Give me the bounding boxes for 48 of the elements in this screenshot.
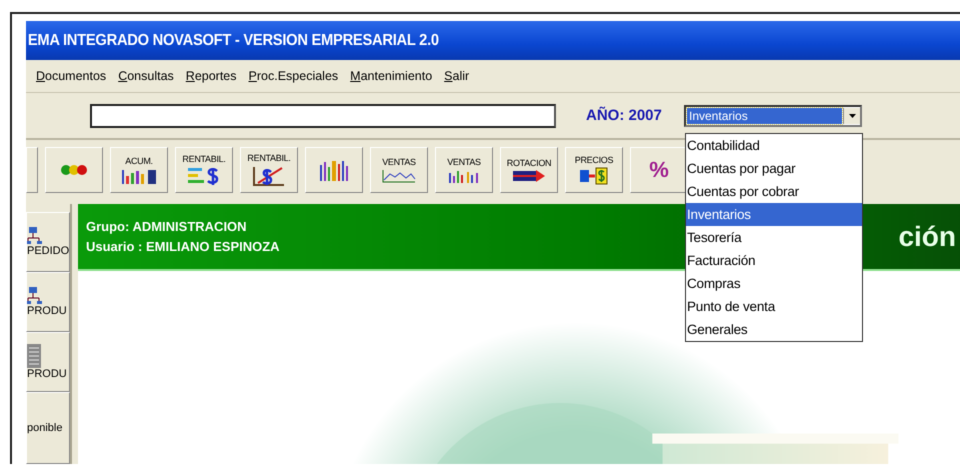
traffic-light-icon [60,164,88,176]
year-label: AÑO: 2007 [586,107,663,124]
text-field[interactable] [90,104,556,128]
dropdown-option[interactable]: Cuentas por cobrar [686,180,862,202]
dropdown-option[interactable]: Contabilidad [686,134,862,156]
menu-item[interactable]: Documentos [34,67,108,85]
user-label: Usuario : EMILIANO ESPINOZA [86,239,281,254]
dropdown-option[interactable]: Cuentas por pagar [686,156,862,180]
menu-item[interactable]: Reportes [184,67,239,85]
toolbar-button[interactable]: PRECIOS [565,147,623,193]
toolbar-button[interactable]: ACUM. [110,147,168,193]
hierarchy-icon [27,287,43,305]
sidebar-button[interactable]: PEDIDO [26,212,70,272]
arrow-icon [512,170,546,182]
group-label: Grupo: ADMINISTRACION [86,219,248,234]
dollar-trend-icon [252,165,286,187]
toolbar-button[interactable]: VENTAS [435,147,493,193]
toolbar-button[interactable]: % [630,147,688,193]
dropdown-option[interactable]: Punto de venta [686,294,862,318]
toolbar-button[interactable]: RENTABIL. [175,147,233,193]
banner-heading: ción [898,220,957,252]
sidebar-button[interactable]: PRODU [26,332,70,392]
sidebar-button[interactable]: ponible [26,392,70,464]
line-chart-icon [382,169,416,183]
dropdown-option[interactable]: Tesorería [686,226,862,248]
toolbar-button[interactable]: VENTAS [370,147,428,193]
sidebar-button[interactable]: PRODU [26,272,70,332]
menu-item[interactable]: Salir [442,67,472,85]
menu-item[interactable]: Mantenimiento [348,67,434,85]
price-tag-icon [579,167,609,185]
menu-item[interactable]: Proc.Especiales [246,67,340,85]
dropdown-option[interactable]: Compras [686,272,862,294]
bar-chart-icon [121,168,157,184]
bar-chart-icon [447,169,481,183]
dropdown-option[interactable]: Inventarios [686,202,862,226]
hierarchy-icon [27,227,43,245]
dropdown-option[interactable]: Generales [686,318,862,340]
menu-item[interactable]: Consultas [116,67,176,85]
toolbar-button[interactable]: RENTABIL. [240,147,298,193]
toolbar-button[interactable] [45,147,103,193]
bar-chart-icon [319,159,349,181]
toolbar-button[interactable] [26,147,38,193]
toolbar-button[interactable]: ROTACION [500,147,558,193]
dropdown-option[interactable]: Facturación [686,248,862,272]
window-title: EMA INTEGRADO NOVASOFT - VERSION EMPRESARIAL 2.0 [26,32,439,50]
caret-icon [848,114,856,118]
document-icon [27,344,41,368]
toolbar-button[interactable] [305,147,363,193]
